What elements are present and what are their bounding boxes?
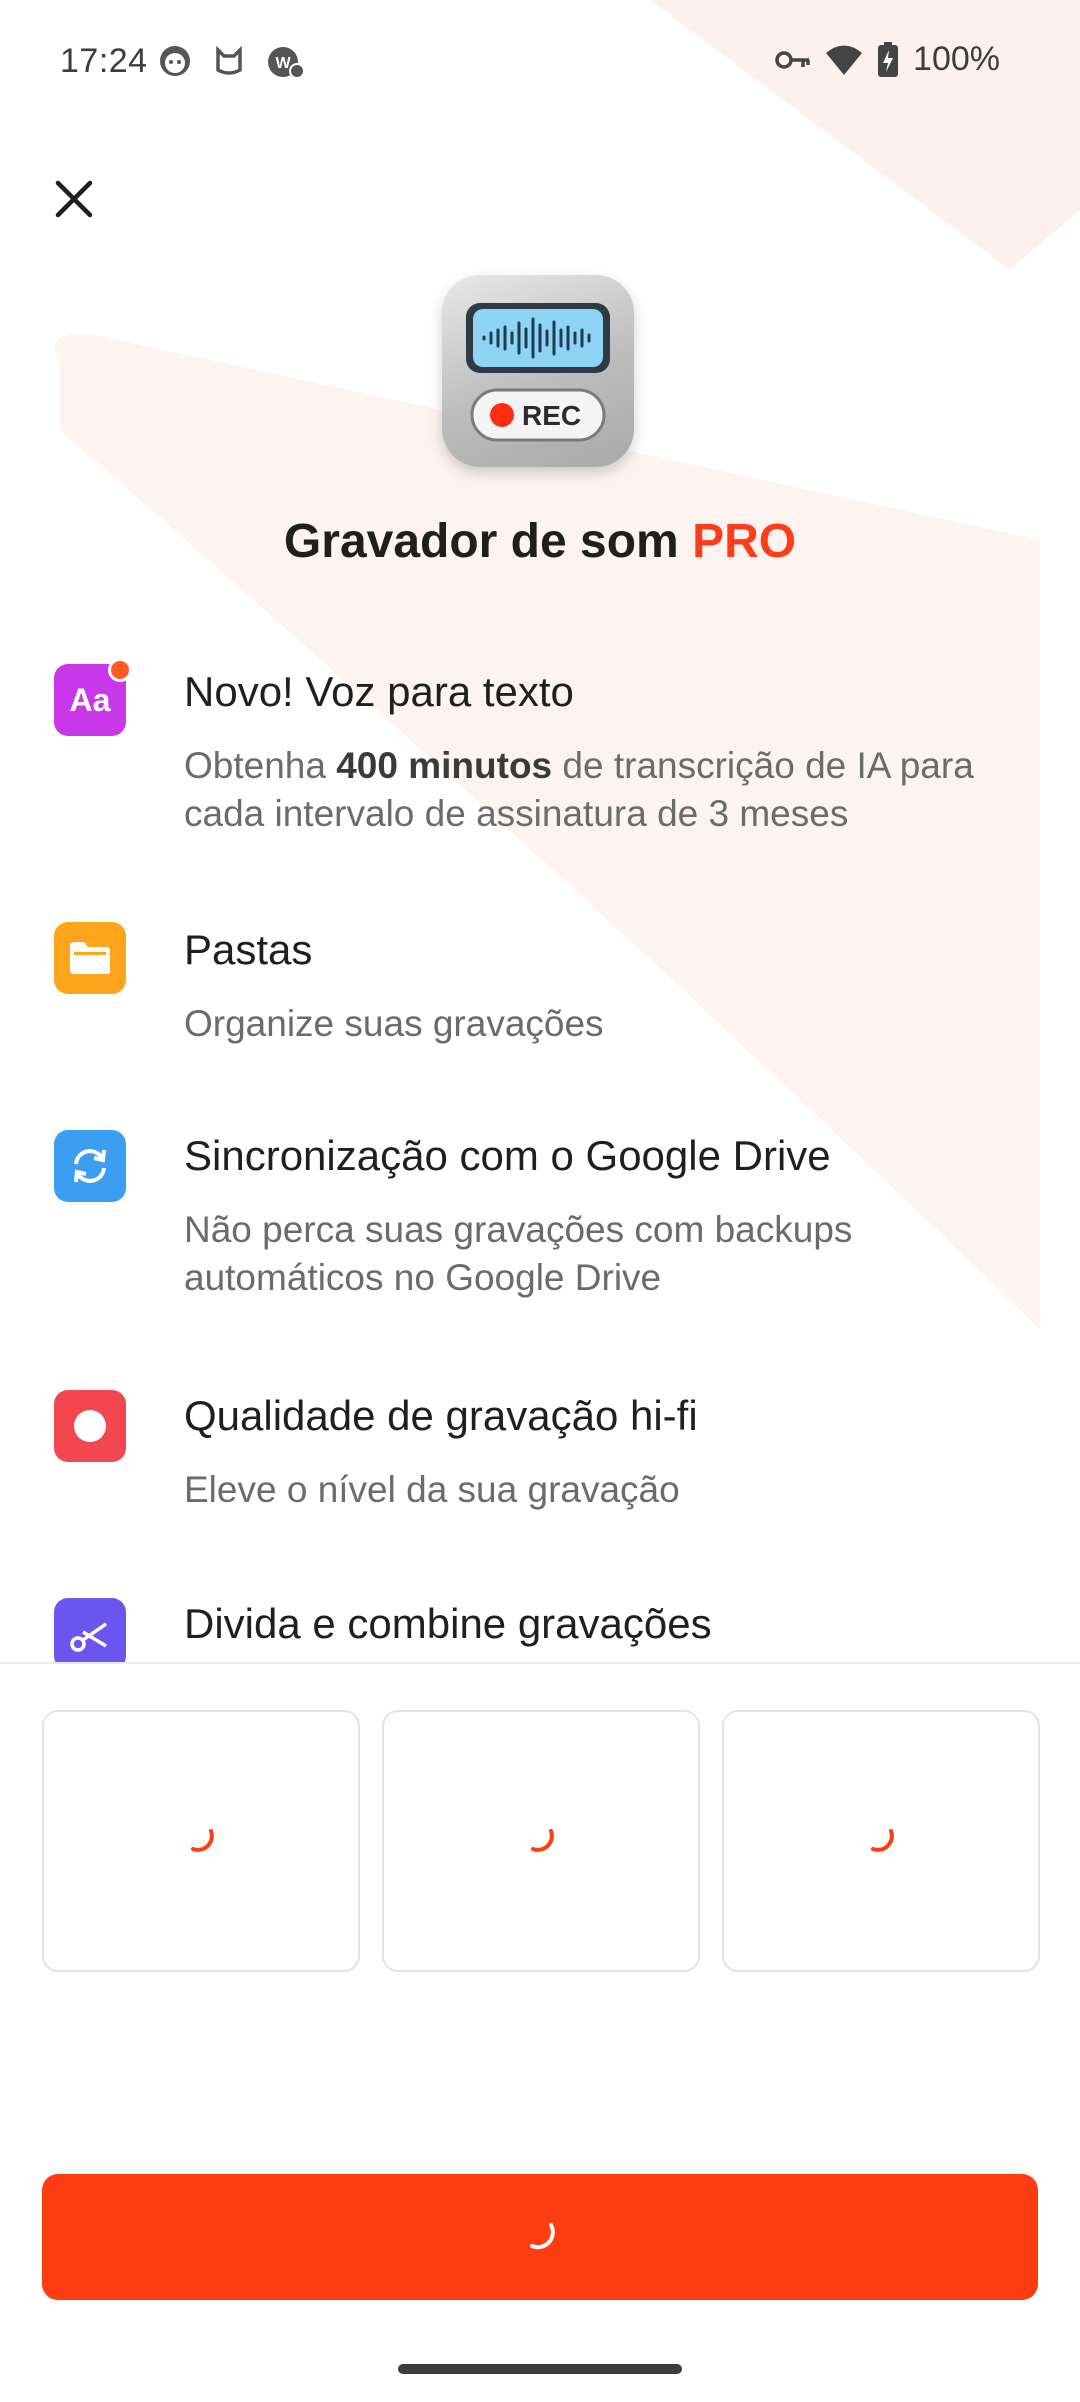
- feature-title: Qualidade de gravação hi-fi: [184, 1392, 698, 1439]
- waveform-display-icon: [466, 303, 610, 442]
- feature-desc: Obtenha 400 minutos de transcrição de IA…: [184, 742, 1044, 838]
- recorder-app-icon: REC: [442, 275, 634, 467]
- svg-text:W: W: [275, 55, 291, 72]
- feature-title: Novo! Voz para texto: [184, 668, 574, 715]
- text-aa-icon: Aa: [54, 658, 132, 736]
- battery-charging-icon: [878, 41, 899, 77]
- feature-desc: Organize suas gravações: [184, 1003, 604, 1044]
- subscribe-button[interactable]: [42, 2174, 1038, 2300]
- desc-highlight: 400 minutos: [336, 745, 553, 786]
- feature-title: Sincronização com o Google Drive: [184, 1132, 831, 1179]
- page-title: Gravador de som PRO: [0, 514, 1080, 569]
- wifi-icon: [826, 45, 863, 75]
- folder-icon: [54, 922, 126, 994]
- sync-icon: [54, 1130, 126, 1202]
- status-time: 17:24: [60, 42, 148, 80]
- record-icon: [54, 1390, 126, 1462]
- key-icon: [775, 50, 810, 69]
- home-indicator[interactable]: [398, 2364, 682, 2374]
- close-button[interactable]: [50, 175, 98, 223]
- feature-desc: Eleve o nível da sua gravação: [184, 1469, 680, 1510]
- loading-spinner-icon: [871, 1829, 894, 1852]
- vpn-badge-icon: W: [268, 47, 304, 79]
- plan-option-3[interactable]: [722, 1710, 1040, 1972]
- title-main: Gravador de som: [283, 515, 693, 568]
- rec-label: REC: [522, 400, 582, 431]
- scissors-icon: [54, 1598, 126, 1662]
- cat-notification-icon: [216, 45, 242, 75]
- plan-option-1[interactable]: [42, 1710, 360, 1972]
- status-bar: 17:24 W 100%: [0, 0, 1080, 120]
- feature-desc: Não perca suas gravações com backups aut…: [184, 1209, 853, 1298]
- feature-title: Divida e combine gravações: [184, 1600, 712, 1647]
- loading-spinner-icon: [531, 1829, 554, 1852]
- feature-title: Pastas: [184, 926, 313, 973]
- title-pro: PRO: [692, 515, 797, 568]
- notification-icons: W: [158, 44, 304, 80]
- plan-option-2[interactable]: [382, 1710, 700, 1972]
- loading-spinner-icon: [530, 2223, 555, 2250]
- loading-spinner-icon: [191, 1829, 214, 1852]
- feature-list[interactable]: Aa Novo! Voz para texto Obtenha 400 minu…: [0, 640, 1080, 1662]
- new-dot-badge: [108, 658, 132, 682]
- system-status: 100%: [775, 40, 1000, 79]
- desc-text: Obtenha: [184, 745, 337, 786]
- battery-percent: 100%: [913, 40, 1000, 78]
- close-icon: [55, 180, 93, 218]
- face-notification-icon: [160, 46, 190, 76]
